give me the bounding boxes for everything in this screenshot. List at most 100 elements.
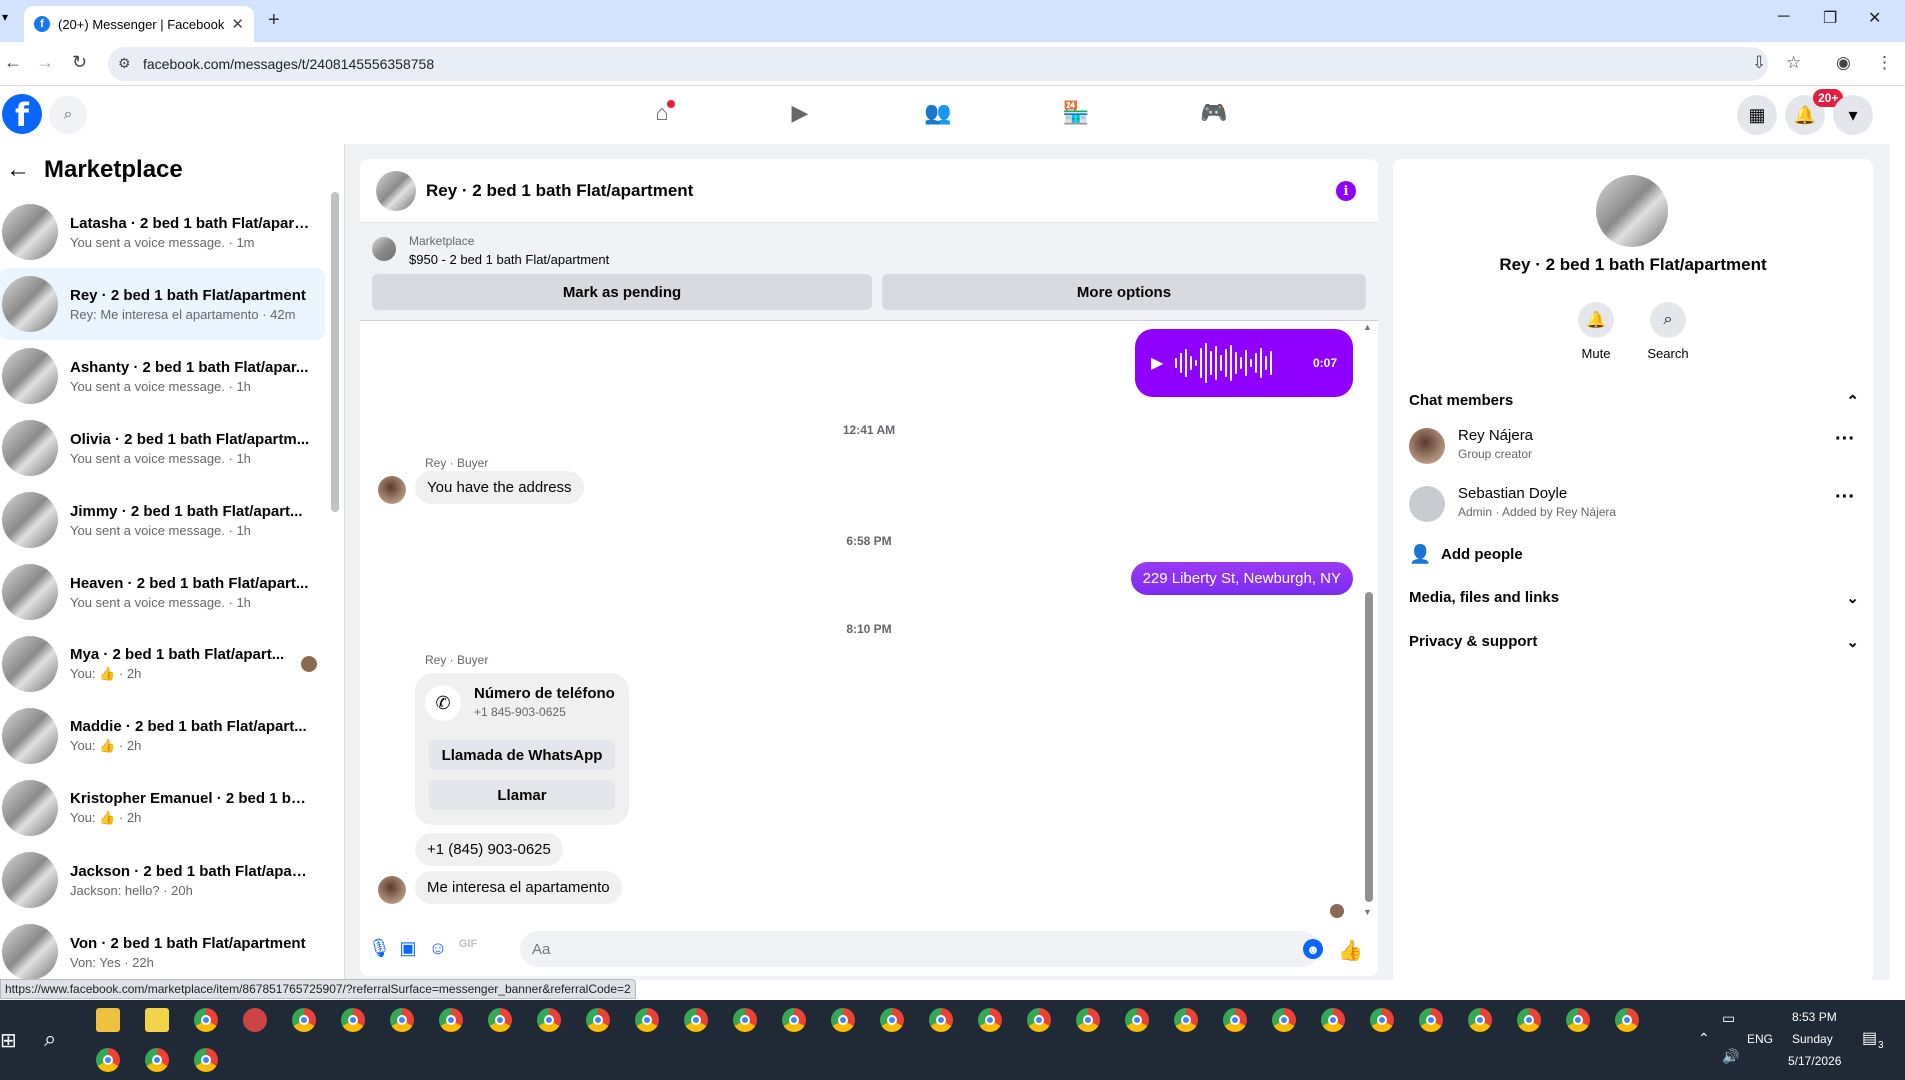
search-conversation-button[interactable]: ⌕ Search [1638,302,1698,361]
page-scrollbar[interactable] [1890,86,1905,980]
add-people-button[interactable]: 👤 Add people [1409,544,1523,565]
chrome-taskbar-icon[interactable] [880,1008,904,1032]
sidebar-scrollbar[interactable] [331,192,339,512]
friends-icon[interactable]: 👥 [923,100,953,130]
more-options-icon[interactable]: ··· [1835,486,1855,509]
chrome-taskbar-icon[interactable] [1419,1008,1443,1032]
sticky-notes-icon[interactable] [145,1008,169,1032]
whatsapp-call-button[interactable]: Llamada de WhatsApp [429,740,615,770]
chrome-taskbar-icon[interactable] [929,1008,953,1032]
chrome-taskbar-icon[interactable] [194,1008,218,1032]
info-icon[interactable]: i [1336,181,1356,201]
mark-as-pending-button[interactable]: Mark as pending [372,274,872,310]
listing-thumbnail[interactable] [372,237,396,261]
conversation-item[interactable]: Ashanty · 2 bed 1 bath Flat/apar... You s… [0,340,325,412]
chrome-taskbar-icon[interactable] [586,1008,610,1032]
home-icon[interactable]: ⌂ [647,100,677,130]
sender-avatar[interactable] [378,476,406,504]
volume-icon[interactable]: 🔊 [1722,1048,1739,1065]
menu-grid-icon[interactable]: ▦ [1737,95,1777,135]
language-indicator[interactable]: ENG [1747,1032,1773,1046]
conversation-item[interactable]: Olivia · 2 bed 1 bath Flat/apartm... You … [0,412,325,484]
reload-icon[interactable]: ↻ [72,52,87,73]
chat-scrollbar[interactable] [1365,592,1373,902]
chrome-taskbar-icon[interactable] [1223,1008,1247,1032]
browser-menu-icon[interactable]: ⋮ [1876,53,1893,73]
chrome-taskbar-icon[interactable] [1027,1008,1051,1032]
chrome-taskbar-icon[interactable] [1272,1008,1296,1032]
scroll-up-arrow-icon[interactable]: ▲ [1363,322,1372,332]
install-app-icon[interactable]: ⇩ [1752,53,1766,73]
microphone-icon[interactable]: 🎙 [368,938,391,960]
back-arrow-icon[interactable]: ← [6,156,30,184]
chrome-taskbar-icon[interactable] [831,1008,855,1032]
sticker-icon[interactable]: ☺ [427,938,449,960]
close-tab-icon[interactable]: ✕ [231,15,244,33]
chrome-taskbar-icon[interactable] [733,1008,757,1032]
chrome-taskbar-icon[interactable] [684,1008,708,1032]
message-input[interactable] [520,931,1320,967]
marketplace-icon[interactable]: 🏪 [1061,100,1091,130]
clock-time[interactable]: 8:53 PM [1792,1010,1837,1024]
chrome-taskbar-icon[interactable] [96,1048,120,1072]
conversation-item[interactable]: Latasha · 2 bed 1 bath Flat/apart... You … [0,196,325,268]
gif-icon[interactable]: GIF [457,938,479,960]
chrome-taskbar-icon[interactable] [782,1008,806,1032]
network-icon[interactable]: ▭ [1722,1010,1735,1027]
conversation-item-active[interactable]: Rey · 2 bed 1 bath Flat/apartment Rey: Me… [0,268,325,340]
listing-title[interactable]: $950 - 2 bed 1 bath Flat/apartment [409,252,609,267]
conversation-item[interactable]: Von · 2 bed 1 bath Flat/apartment Von: Ye… [0,916,325,980]
forward-icon[interactable]: → [36,52,54,73]
account-chevron-icon[interactable]: ▾ [1833,95,1873,135]
facebook-logo-icon[interactable]: f [2,94,42,134]
member-row[interactable]: Sebastian Doyle Admin · Added by Rey Náj… [1409,482,1859,530]
mute-button[interactable]: 🔔 Mute [1566,302,1626,361]
chrome-taskbar-icon[interactable] [1615,1008,1639,1032]
show-hidden-icons-chevron-icon[interactable]: ⌃ [1698,1030,1710,1047]
video-icon[interactable]: ▶ [785,100,815,130]
taskbar-search-icon[interactable]: ⌕ [44,1026,56,1052]
conversation-item[interactable]: Maddie · 2 bed 1 bath Flat/apart... You: … [0,700,325,772]
file-explorer-icon[interactable] [96,1008,120,1032]
gaming-icon[interactable]: 🎮 [1199,100,1229,130]
paint-icon[interactable] [243,1008,267,1032]
chrome-taskbar-icon[interactable] [1566,1008,1590,1032]
url-field[interactable]: ⚙ facebook.com/messages/t/24081455563587… [108,47,1768,81]
chrome-taskbar-icon[interactable] [1517,1008,1541,1032]
conversation-item[interactable]: Mya · 2 bed 1 bath Flat/apart... You: 👍 ·… [0,628,325,700]
chrome-taskbar-icon[interactable] [635,1008,659,1032]
tab-search-chevron-icon[interactable]: ▾ [2,10,8,24]
chrome-taskbar-icon[interactable] [978,1008,1002,1032]
chat-avatar[interactable] [376,170,416,211]
chrome-taskbar-icon[interactable] [194,1048,218,1072]
call-button[interactable]: Llamar [429,780,615,810]
clock-day[interactable]: Sunday [1792,1032,1833,1046]
chat-title[interactable]: Rey · 2 bed 1 bath Flat/apartment [426,181,693,201]
search-icon[interactable]: ⌕ [49,96,87,134]
chrome-taskbar-icon[interactable] [145,1048,169,1072]
scroll-down-arrow-icon[interactable]: ▼ [1363,907,1372,917]
profile-icon[interactable]: ◉ [1836,53,1851,73]
chrome-taskbar-icon[interactable] [439,1008,463,1032]
conversation-item[interactable]: Kristopher Emanuel · 2 bed 1 bat... You: … [0,772,325,844]
clock-date[interactable]: 5/17/2026 [1788,1054,1841,1068]
minimize-icon[interactable]: ─ [1778,8,1789,26]
sender-avatar[interactable] [378,876,406,904]
chrome-taskbar-icon[interactable] [1468,1008,1492,1032]
chrome-taskbar-icon[interactable] [1370,1008,1394,1032]
chat-members-section-toggle[interactable]: Chat members ⌃ [1409,392,1859,410]
chrome-taskbar-icon[interactable] [341,1008,365,1032]
privacy-support-section-toggle[interactable]: Privacy & support ⌄ [1409,633,1859,651]
chrome-taskbar-icon[interactable] [1125,1008,1149,1032]
more-options-icon[interactable]: ··· [1835,428,1855,451]
voice-message[interactable]: ▶ 0:07 [1135,329,1353,397]
new-tab-icon[interactable]: + [268,9,280,32]
conversation-item[interactable]: Jimmy · 2 bed 1 bath Flat/apart... You se… [0,484,325,556]
chrome-taskbar-icon[interactable] [488,1008,512,1032]
restore-icon[interactable]: ❐ [1823,8,1837,28]
notification-center-icon[interactable]: ▤ [1862,1028,1877,1048]
chrome-taskbar-icon[interactable] [390,1008,414,1032]
thumbs-up-icon[interactable]: 👍 [1338,938,1363,962]
conversation-item[interactable]: Jackson · 2 bed 1 bath Flat/apart... Jack… [0,844,325,916]
browser-tab-messenger[interactable]: f (20+) Messenger | Facebook ✕ [24,6,254,42]
